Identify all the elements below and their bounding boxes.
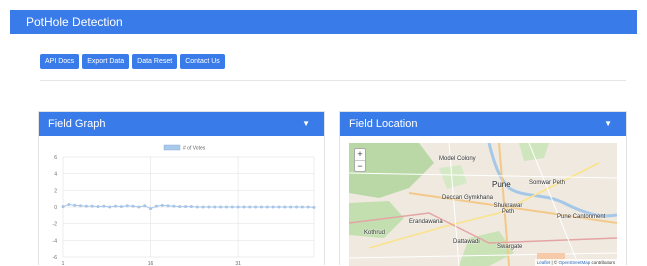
zoom-in-button[interactable]: + [355, 149, 365, 160]
data-point [289, 205, 293, 209]
data-point [201, 205, 205, 209]
x-tick-label: 1 [62, 261, 65, 266]
data-point [300, 205, 304, 209]
data-point [119, 205, 123, 209]
data-point [154, 204, 158, 208]
data-point [79, 204, 82, 208]
data-point [67, 203, 71, 206]
field-graph-title: Field Graph [48, 118, 106, 130]
divider [40, 80, 626, 81]
data-point [277, 205, 281, 209]
api-docs-button[interactable]: API Docs [40, 54, 80, 69]
field-graph-header: Field Graph ▼ [39, 112, 324, 136]
navbar: PotHole Detection [10, 10, 637, 34]
map-label: Pune [492, 180, 511, 189]
data-point [207, 205, 211, 209]
data-point [271, 205, 275, 209]
map-label: Erandawana [409, 219, 443, 225]
y-tick-label: 0 [54, 205, 57, 211]
data-point [61, 205, 65, 209]
data-point [195, 205, 199, 209]
legend-label: # of Votes [183, 146, 206, 152]
data-point [149, 207, 153, 211]
map-label: Somwar Peth [529, 180, 566, 186]
data-point [178, 205, 182, 209]
zoom-control: + − [354, 148, 366, 172]
data-point [102, 204, 106, 208]
openstreetmap-link[interactable]: OpenStreetMap [558, 260, 590, 265]
collapse-caret-icon[interactable]: ▼ [604, 112, 612, 136]
data-point [312, 205, 316, 209]
data-point [254, 205, 258, 209]
field-location-card: Field Location ▼ + − Model Colony Pune S… [339, 111, 627, 266]
field-location-header: Field Location ▼ [340, 112, 626, 136]
data-point [219, 205, 223, 209]
leaflet-link[interactable]: Leaflet [537, 260, 551, 265]
data-point [224, 205, 228, 209]
map-label: Dattawadi [453, 239, 480, 245]
collapse-caret-icon[interactable]: ▼ [302, 112, 310, 136]
app-title: PotHole Detection [26, 15, 123, 29]
data-point [131, 204, 135, 208]
data-point [108, 205, 112, 209]
y-tick-label: -4 [53, 238, 58, 244]
data-point [236, 205, 240, 209]
data-point [160, 203, 164, 207]
zoom-out-button[interactable]: − [355, 160, 365, 171]
data-point [248, 205, 252, 209]
map-label: Swargate [497, 244, 523, 250]
data-point [172, 204, 176, 208]
data-point [295, 205, 298, 209]
action-toolbar: API Docs Export Data Data Reset Contact … [40, 54, 225, 69]
data-point [166, 204, 170, 208]
legend-swatch [163, 144, 181, 151]
y-tick-label: -2 [53, 222, 58, 228]
contact-us-button[interactable]: Contact Us [180, 54, 225, 69]
map-label: Shukrawar Peth [493, 203, 523, 215]
data-point [306, 205, 310, 209]
field-graph-chart: 6 4 2 0 -2 -4 -6 1 16 31 # of Votes [53, 144, 316, 266]
map-view[interactable]: + − Model Colony Pune Somwar Peth Deccan… [349, 143, 617, 266]
data-point [242, 205, 246, 209]
data-point [137, 205, 141, 209]
data-point [260, 205, 263, 209]
data-reset-button[interactable]: Data Reset [132, 54, 178, 69]
data-point [230, 205, 234, 209]
data-point [184, 205, 188, 209]
y-tick-label: -6 [53, 255, 58, 261]
data-point [73, 203, 77, 207]
x-tick-label: 31 [235, 261, 241, 266]
map-label: Pune Cantonment [557, 214, 606, 220]
data-point [125, 204, 129, 208]
series-line [62, 203, 315, 210]
map-label: Deccan Gymkhana [442, 195, 494, 201]
data-point [96, 205, 100, 209]
data-point [283, 205, 287, 209]
data-point [189, 205, 193, 209]
data-point [213, 205, 217, 209]
x-tick-label: 16 [148, 261, 154, 266]
map-label: Model Colony [439, 156, 476, 162]
field-graph-card: Field Graph ▼ 6 4 2 0 -2 -4 -6 1 16 31 # of Votes [38, 111, 325, 266]
map-label: Kothrud [364, 230, 386, 236]
data-point [84, 204, 88, 208]
data-point [143, 204, 147, 208]
export-data-button[interactable]: Export Data [82, 54, 130, 69]
field-location-title: Field Location [349, 118, 418, 130]
data-point [265, 205, 269, 209]
y-tick-label: 6 [54, 155, 57, 161]
attribution-tail: contributors [590, 260, 615, 265]
y-tick-label: 4 [54, 172, 57, 178]
y-tick-label: 2 [54, 188, 57, 194]
data-point [114, 204, 117, 208]
map-tiles [349, 143, 617, 266]
data-point [90, 204, 94, 208]
